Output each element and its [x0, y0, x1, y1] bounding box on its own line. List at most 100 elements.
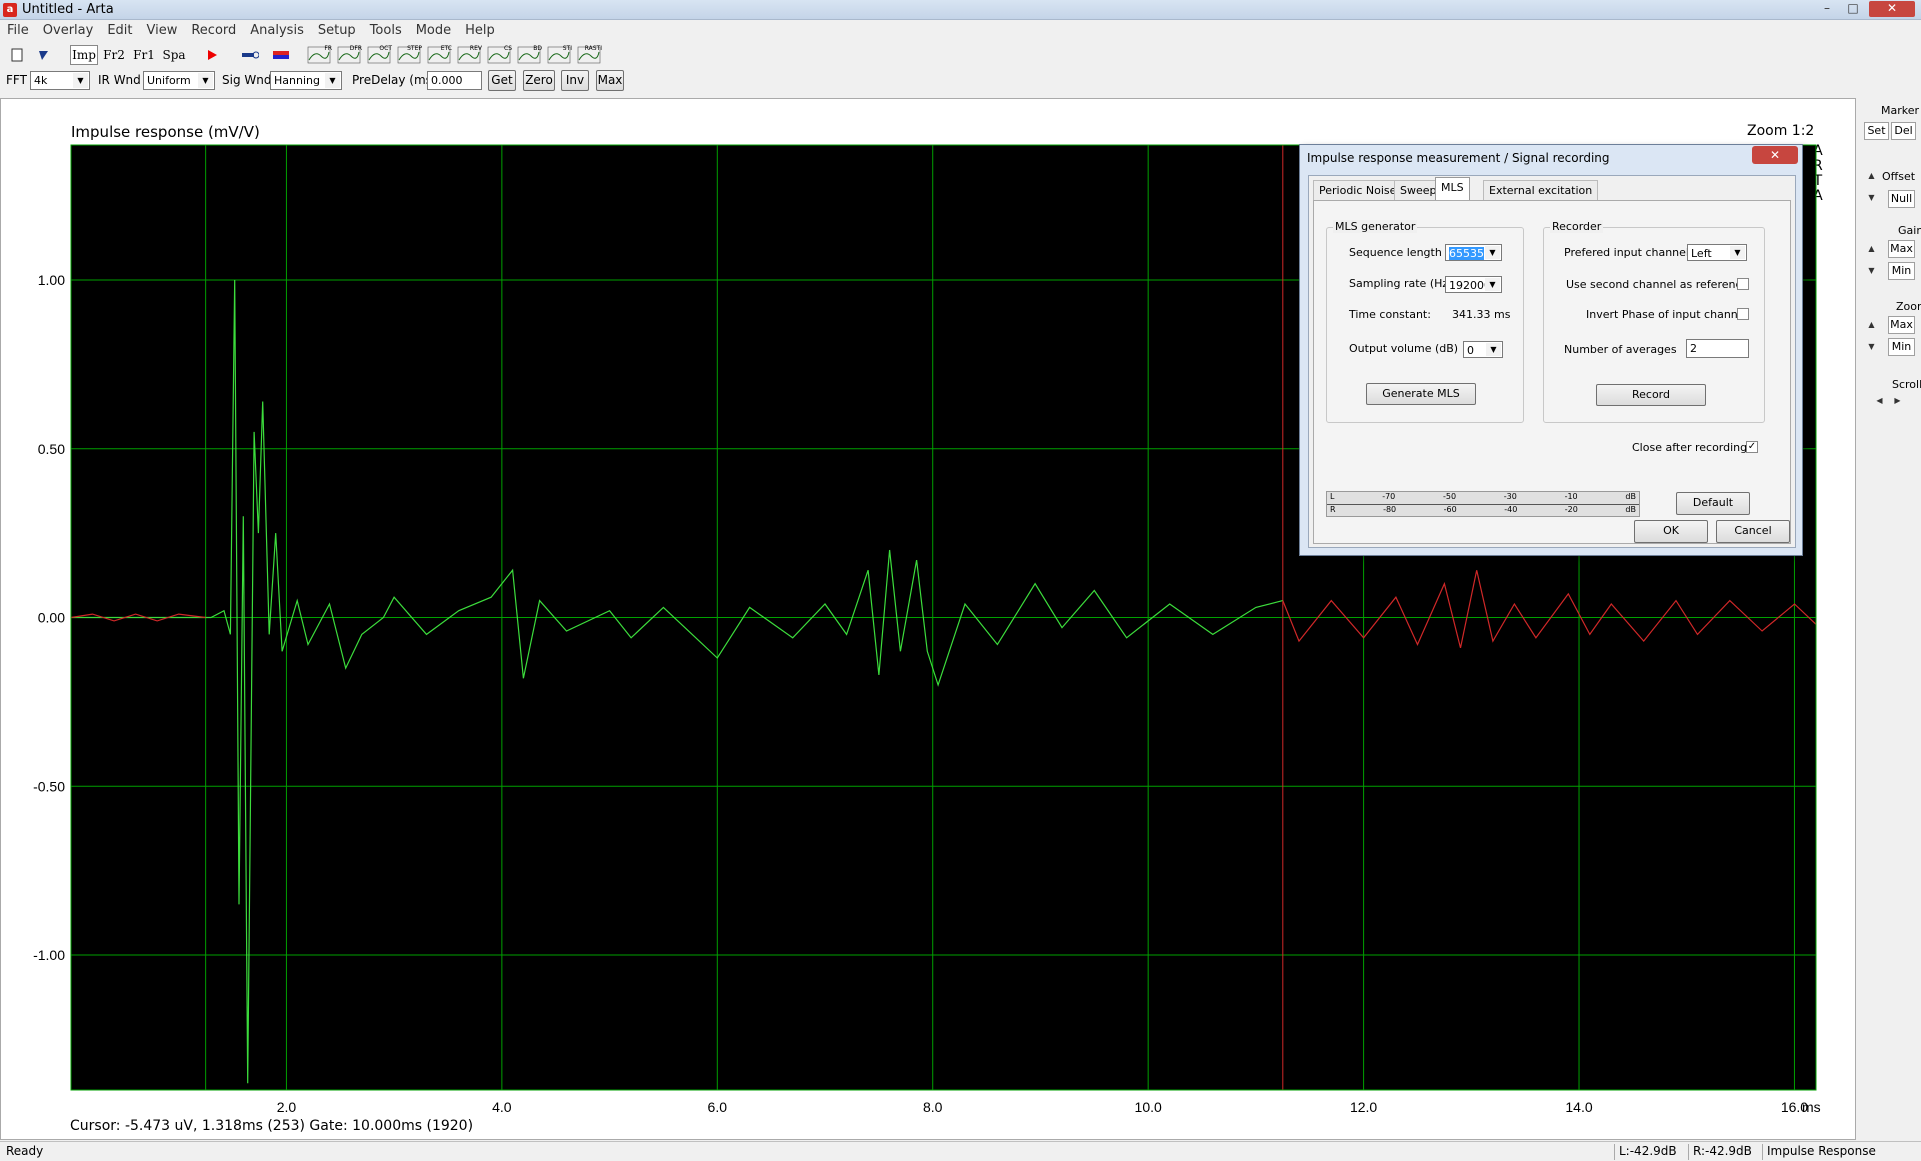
second-channel-checkbox[interactable] [1737, 278, 1749, 290]
y-tick-label: -0.50 [33, 778, 65, 794]
dfr-icon[interactable]: DFR [336, 45, 362, 65]
menu-edit[interactable]: Edit [100, 20, 139, 41]
meter-tick: -80 [1383, 505, 1397, 514]
gain-down-icon[interactable]: ▼ [1864, 263, 1879, 278]
offset-down-icon[interactable]: ▼ [1864, 190, 1879, 205]
minimize-button[interactable]: – [1816, 1, 1838, 17]
marker-set-button[interactable]: Set [1864, 122, 1889, 140]
zoom-up-icon[interactable]: ▲ [1864, 317, 1879, 332]
open-icon[interactable] [32, 45, 54, 65]
y-tick-label: -1.00 [33, 947, 65, 963]
seq-len-value: 65535 [1449, 247, 1484, 260]
x-tick-label: 10.0 [1135, 1099, 1162, 1115]
close-button[interactable]: ✕ [1869, 1, 1915, 17]
inv-button[interactable]: Inv [561, 70, 589, 91]
level-meter: L -70 -50 -30 -10 dB R -80 -60 -40 -20 dB [1326, 491, 1640, 517]
zoom-min-button[interactable]: Min [1888, 338, 1915, 356]
menu-analysis[interactable]: Analysis [243, 20, 311, 41]
fft-select[interactable]: 4k ▼ [30, 71, 90, 90]
oct-icon[interactable]: OCT [366, 45, 392, 65]
tab-mls[interactable]: MLS [1435, 177, 1470, 201]
meter-tick: -30 [1503, 492, 1517, 501]
step-icon[interactable]: STEP [396, 45, 422, 65]
new-icon[interactable] [6, 45, 28, 65]
gain-min-button[interactable]: Min [1888, 262, 1915, 280]
menu-record[interactable]: Record [184, 20, 243, 41]
tconst-label: Time constant: [1349, 308, 1431, 321]
scroll-right-icon[interactable]: ▶ [1890, 393, 1905, 408]
chevron-down-icon: ▼ [1486, 343, 1501, 356]
zoom-max-button[interactable]: Max [1888, 316, 1915, 334]
averages-input[interactable]: 2 [1686, 339, 1749, 358]
pref-label: Prefered input channel [1564, 246, 1689, 259]
y-tick-label: 0.50 [38, 441, 65, 457]
device-icon[interactable] [270, 45, 292, 65]
menu-bar: File Overlay Edit View Record Analysis Setup To… [0, 20, 1921, 42]
recorder-group-title: Recorder [1550, 220, 1604, 233]
menu-help[interactable]: Help [458, 20, 502, 41]
offset-up-icon[interactable]: ▲ [1864, 168, 1879, 183]
zero-button[interactable]: Zero [523, 70, 555, 91]
zoom-down-icon[interactable]: ▼ [1864, 339, 1879, 354]
right-level: R:-42.9dB [1688, 1144, 1752, 1160]
generate-mls-button[interactable]: Generate MLS [1366, 383, 1476, 405]
menu-setup[interactable]: Setup [311, 20, 363, 41]
cs-icon[interactable]: CS [486, 45, 512, 65]
tconst-value: 341.33 ms [1452, 308, 1511, 321]
chevron-down-icon: ▼ [198, 73, 213, 88]
rasti-icon[interactable]: RASTI [576, 45, 602, 65]
menu-mode[interactable]: Mode [409, 20, 458, 41]
imp-button[interactable]: Imp [70, 45, 98, 65]
fr1-button[interactable]: Fr1 [130, 45, 158, 65]
tab-external-excitation[interactable]: External excitation [1483, 180, 1599, 200]
generator-icon[interactable] [239, 45, 261, 65]
cancel-button[interactable]: Cancel [1716, 520, 1790, 543]
x-axis-unit: ms [1802, 1099, 1821, 1115]
dialog-close-icon[interactable]: ✕ [1752, 146, 1798, 164]
record-icon[interactable] [201, 45, 223, 65]
gain-max-button[interactable]: Max [1888, 240, 1915, 258]
rev-icon[interactable]: REV [456, 45, 482, 65]
fr2-button[interactable]: Fr2 [100, 45, 128, 65]
ok-button[interactable]: OK [1634, 520, 1708, 543]
etc-icon[interactable]: ETC [426, 45, 452, 65]
menu-file[interactable]: File [0, 20, 36, 41]
srate-select[interactable]: 192000 ▼ [1445, 276, 1502, 293]
irwnd-select[interactable]: Uniform ▼ [143, 71, 215, 90]
gain-up-icon[interactable]: ▲ [1864, 241, 1879, 256]
control-panel: Marker Set Del ▲ Offset ▼ Null Gain ▲ Ma… [1856, 98, 1921, 1140]
menu-tools[interactable]: Tools [363, 20, 409, 41]
meter-tick: -60 [1443, 505, 1457, 514]
seq-len-select[interactable]: 65535 ▼ [1445, 244, 1502, 261]
menu-overlay[interactable]: Overlay [36, 20, 101, 41]
marker-del-button[interactable]: Del [1891, 122, 1916, 140]
record-button[interactable]: Record [1596, 384, 1706, 406]
close-after-checkbox[interactable]: ✓ [1746, 441, 1758, 453]
pref-select[interactable]: Left ▼ [1687, 244, 1747, 261]
fr-icon[interactable]: FR [306, 45, 332, 65]
spa-button[interactable]: Spa [160, 45, 188, 65]
dialog-client: Periodic Noise Sweep MLS External excita… [1308, 175, 1796, 548]
default-button[interactable]: Default [1676, 492, 1750, 515]
measurement-dialog: Impulse response measurement / Signal re… [1299, 144, 1803, 556]
predelay-input[interactable]: 0.000 [427, 71, 482, 90]
sti-icon[interactable]: STI [546, 45, 572, 65]
maximize-button[interactable]: □ [1842, 1, 1864, 17]
x-tick-label: 2.0 [277, 1099, 297, 1115]
close-after-label: Close after recording [1632, 441, 1748, 454]
get-button[interactable]: Get [488, 70, 516, 91]
invert-phase-checkbox[interactable] [1737, 308, 1749, 320]
meter-tick: dB [1625, 505, 1636, 514]
tab-periodic-noise[interactable]: Periodic Noise [1313, 180, 1403, 200]
scroll-left-icon[interactable]: ◀ [1872, 393, 1887, 408]
invert-phase-label: Invert Phase of input channel [1586, 308, 1748, 321]
bd-icon[interactable]: BD [516, 45, 542, 65]
mini-label: STEP [407, 45, 422, 52]
outvol-select[interactable]: 0 ▼ [1463, 341, 1503, 358]
dialog-title: Impulse response measurement / Signal re… [1307, 151, 1610, 165]
mls-generator-group: MLS generator Sequence length 65535 ▼ Sam… [1326, 220, 1524, 423]
sigwnd-select[interactable]: Hanning ▼ [270, 71, 342, 90]
menu-view[interactable]: View [140, 20, 185, 41]
max-button[interactable]: Max [596, 70, 624, 91]
null-button[interactable]: Null [1888, 190, 1915, 208]
